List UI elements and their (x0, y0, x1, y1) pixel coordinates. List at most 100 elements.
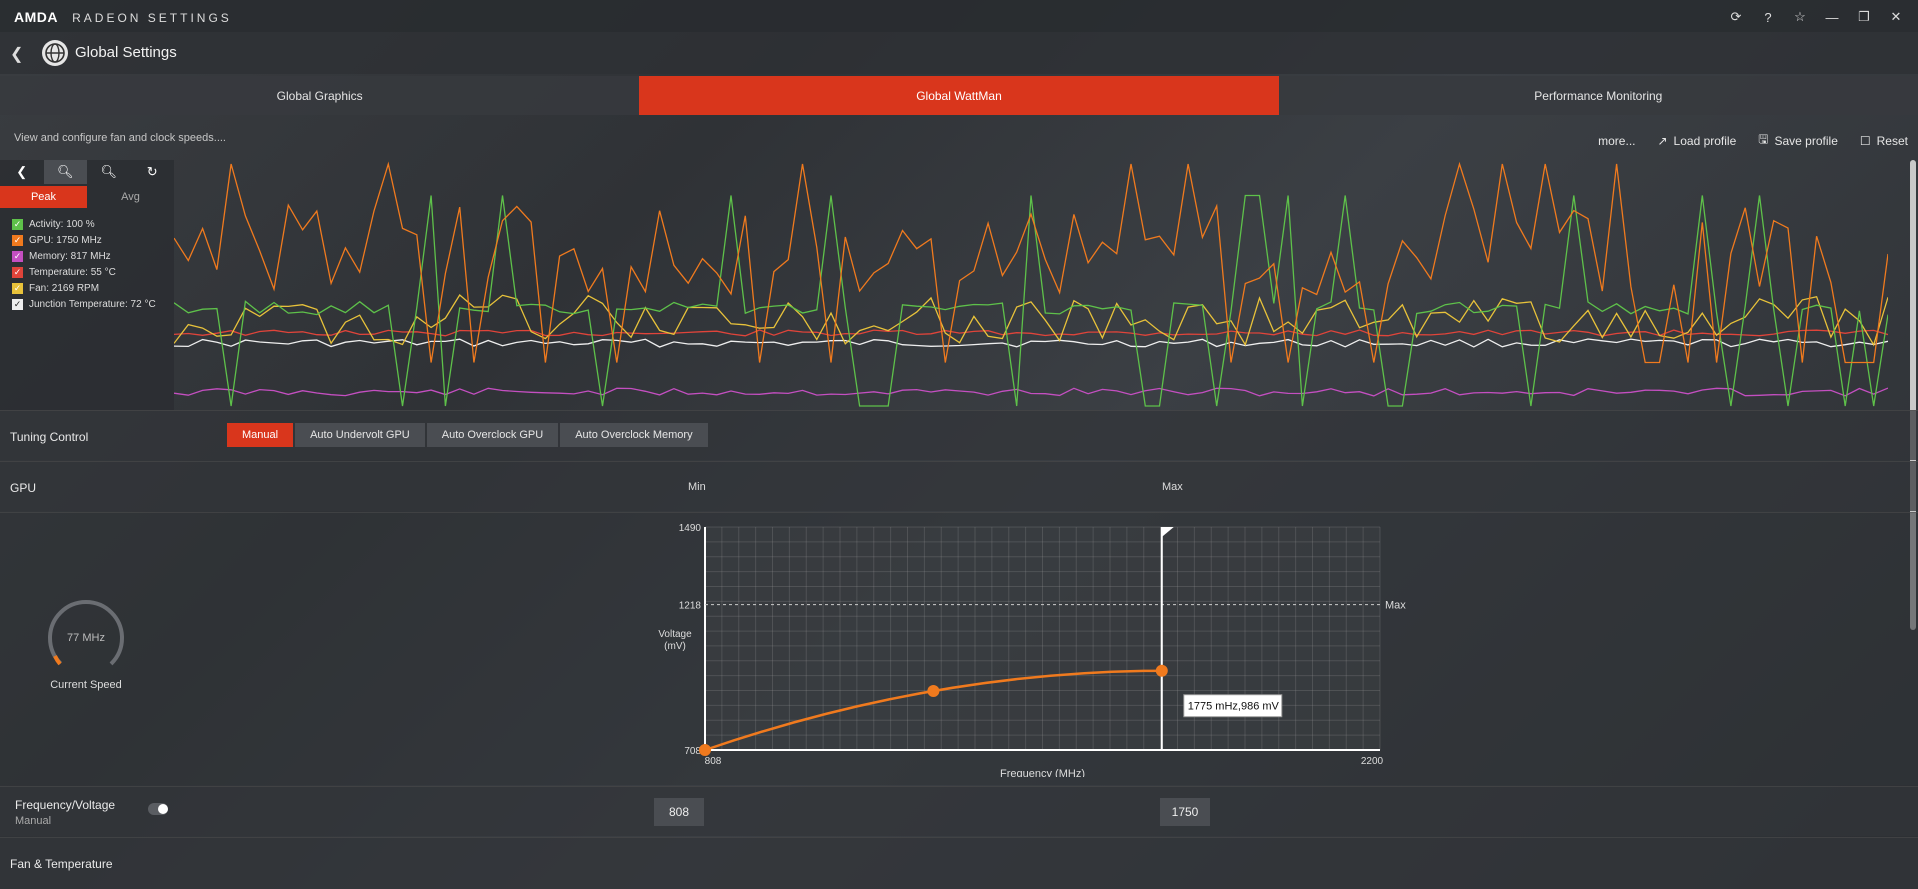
temperature-trace (174, 329, 1888, 337)
page-title: Global Settings (75, 44, 177, 61)
amd-logo: AMDA (14, 9, 58, 25)
legend-item[interactable]: ✓ Temperature: 55 °C (12, 264, 174, 280)
save-profile-label: Save profile (1774, 133, 1838, 148)
star-icon[interactable]: ☆ (1784, 6, 1816, 28)
frequency-voltage-label: Frequency/Voltage (15, 798, 116, 812)
zoom-in-icon[interactable]: 🔍︎ (43, 160, 87, 184)
legend-label: Memory: 817 MHz (29, 250, 111, 262)
max-label: Max (1162, 481, 1183, 493)
peak-button[interactable]: Peak (0, 186, 87, 208)
fan-temperature-label: Fan & Temperature (10, 857, 113, 871)
save-icon: 🖫 (1758, 132, 1769, 146)
voltage-frequency-chart: Max 1490 1218 708 808 2200 Frequency (MHz) Volt… (658, 523, 1406, 777)
avg-button[interactable]: Avg (87, 186, 174, 208)
peak-avg-toggle: Peak Avg (0, 186, 174, 208)
load-profile-label: Load profile (1673, 133, 1737, 148)
y-tick-label: 1490 (679, 523, 702, 534)
x-tick-label: 808 (705, 756, 722, 767)
graph-toolbar: ❮ 🔍︎ 🔍︎ ↻ (0, 160, 174, 184)
tab-performance-monitoring[interactable]: Performance Monitoring (1279, 76, 1918, 115)
reset-label: Reset (1876, 133, 1908, 148)
x-axis-label: Frequency (MHz) (1000, 768, 1085, 777)
max-frequency-input[interactable]: 1750 (1160, 798, 1210, 826)
y-tick-label: 708 (684, 746, 701, 757)
graph-legend: ✓ Activity: 100 % ✓ GPU: 1750 MHz ✓ Memory: 8… (0, 216, 174, 312)
tuning-control-label: Tuning Control (10, 430, 89, 444)
globe-icon (42, 40, 68, 66)
tab-global-graphics[interactable]: Global Graphics (0, 76, 639, 115)
curve-point (1155, 664, 1168, 677)
info-bar: View and configure fan and clock speeds.… (0, 120, 1918, 158)
legend-label: Junction Temperature: 72 °C (29, 298, 156, 310)
fan-trace (174, 294, 1888, 347)
x-tick-label: 2200 (1361, 756, 1384, 767)
curve-point (927, 684, 940, 697)
legend-label: GPU: 1750 MHz (29, 234, 102, 246)
more-label: more... (1598, 133, 1636, 148)
load-profile-button[interactable]: ↗ Load profile (1657, 134, 1736, 148)
frequency-voltage-toggle[interactable] (148, 803, 168, 815)
save-profile-button[interactable]: 🖫 Save profile (1758, 130, 1838, 151)
legend-checkbox-icon[interactable]: ✓ (12, 266, 23, 278)
legend-item[interactable]: ✓ Fan: 2169 RPM (12, 280, 174, 296)
reset-button[interactable]: ☐ Reset (1860, 134, 1908, 148)
legend-checkbox-icon[interactable]: ✓ (12, 298, 23, 310)
zoom-out-icon[interactable]: 🔍︎ (87, 160, 131, 184)
legend-label: Temperature: 55 °C (29, 266, 116, 278)
legend-checkbox-icon[interactable]: ✓ (12, 234, 23, 246)
current-speed-value: 77 MHz (67, 632, 105, 644)
legend-label: Activity: 100 % (29, 218, 95, 230)
close-icon[interactable]: ✕ (1880, 6, 1912, 28)
tab-global-wattman[interactable]: Global WattMan (639, 76, 1279, 115)
refresh-icon[interactable]: ⟳ (1720, 6, 1752, 28)
more-button[interactable]: more... (1598, 134, 1635, 148)
max-voltage-label: Max (1385, 600, 1406, 612)
curve-point (699, 744, 711, 756)
window-controls: ⟳? ☆ — ❐ ✕ (1720, 6, 1912, 28)
performance-graph (174, 161, 1888, 407)
top-bar: AMDA RADEON SETTINGS ⟳? ☆ — ❐ ✕ (0, 0, 1918, 32)
min-frequency-input[interactable]: 808 (654, 798, 704, 826)
load-icon: ↗ (1657, 133, 1668, 148)
y-axis-label: Voltage (mV) (658, 629, 692, 652)
reset-icon: ☐ (1859, 133, 1871, 148)
page-description: View and configure fan and clock speeds.… (14, 132, 226, 144)
graph-back-icon[interactable]: ❮ (0, 160, 44, 184)
legend-item[interactable]: ✓ Junction Temperature: 72 °C (12, 296, 174, 312)
legend-item[interactable]: ✓ Activity: 100 % (12, 216, 174, 232)
title-bar: ❮ Global Settings (0, 32, 1918, 74)
tab-bar: Global Graphics Global WattMan Performan… (0, 76, 1918, 115)
app-brand: AMDA RADEON SETTINGS (14, 9, 232, 25)
gpu-label: GPU (10, 481, 37, 495)
back-icon[interactable]: ❮ (10, 44, 23, 64)
legend-checkbox-icon[interactable]: ✓ (12, 282, 23, 294)
help-icon[interactable]: ? (1752, 6, 1784, 28)
auto-undervolt-gpu-button[interactable]: Auto Undervolt GPU (295, 423, 425, 447)
app-name: RADEON SETTINGS (72, 11, 232, 25)
auto-overclock-memory-button[interactable]: Auto Overclock Memory (560, 423, 708, 447)
minimize-icon[interactable]: — (1816, 6, 1848, 28)
min-label: Min (688, 481, 706, 493)
legend-checkbox-icon[interactable]: ✓ (12, 218, 23, 230)
fan-temperature-row[interactable]: Fan & Temperature (0, 837, 1918, 889)
legend-label: Fan: 2169 RPM (29, 282, 100, 294)
frequency-voltage-row: Frequency/Voltage Manual (0, 786, 1918, 836)
tuning-buttons: Manual Auto Undervolt GPU Auto Overclock… (227, 423, 708, 447)
current-speed-label: Current Speed (50, 679, 122, 691)
junction-temperature-trace (174, 338, 1888, 348)
restore-icon[interactable]: ❐ (1848, 6, 1880, 28)
y-tick-label: 1218 (679, 601, 702, 612)
legend-item[interactable]: ✓ Memory: 817 MHz (12, 248, 174, 264)
reset-zoom-icon[interactable]: ↻ (131, 160, 175, 184)
auto-overclock-gpu-button[interactable]: Auto Overclock GPU (426, 423, 559, 447)
manual-button[interactable]: Manual (227, 423, 294, 447)
gpu-row: GPU (0, 461, 1918, 511)
memory-trace (174, 387, 1888, 397)
tooltip-text: 1775 mHz,986 mV (1188, 701, 1280, 713)
graph-panel: ❮ 🔍︎ 🔍︎ ↻ Peak Avg ✓ Activity: 100 % ✓ GPU:… (0, 160, 174, 410)
legend-item[interactable]: ✓ GPU: 1750 MHz (12, 232, 174, 248)
legend-checkbox-icon[interactable]: ✓ (12, 250, 23, 262)
frequency-voltage-mode: Manual (15, 815, 52, 827)
profile-actions: more... ↗ Load profile 🖫 Save profile ☐ Res… (1598, 130, 1908, 151)
activity-trace (174, 194, 1888, 407)
